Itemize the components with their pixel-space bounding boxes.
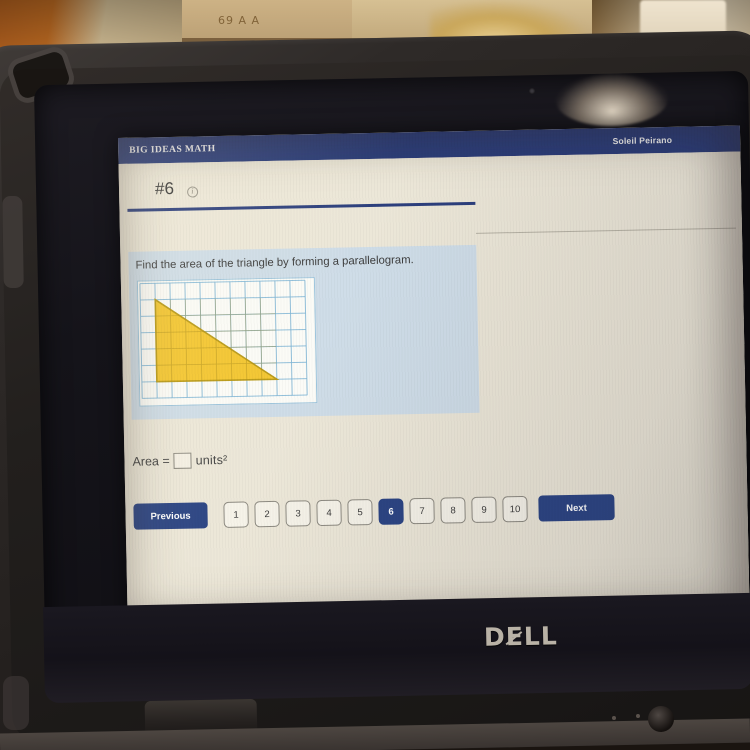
- app-brand-title: BIG IDEAS MATH: [129, 144, 216, 156]
- pagination-bar: Previous 1 2 3 4 5 6 7 8 9 10 Next: [133, 494, 615, 530]
- dell-logo: D E LL: [484, 621, 558, 651]
- laptop-screen: BIG IDEAS MATH Soleil Peirano ⌄ #6 i Fin…: [118, 125, 750, 626]
- page-button-1[interactable]: 1: [223, 501, 249, 528]
- answer-row: Area = units²: [132, 452, 228, 470]
- question-number: #6: [154, 178, 175, 199]
- dell-logo-ll: LL: [523, 621, 559, 651]
- grid-svg: [137, 278, 317, 406]
- header-underline-tail: [475, 227, 736, 234]
- page-button-5[interactable]: 5: [347, 498, 373, 526]
- info-icon[interactable]: i: [186, 185, 199, 198]
- page-button-7[interactable]: 7: [409, 497, 435, 525]
- dell-logo-d: D: [483, 622, 507, 652]
- question-page-body: #6 i Find the area of the triangle by fo…: [118, 151, 750, 626]
- header-divider: [540, 129, 541, 156]
- box-label-text: 69 A A: [218, 14, 261, 27]
- page-button-6[interactable]: 6: [378, 498, 404, 525]
- question-prompt: Find the area of the triangle by forming…: [135, 254, 414, 272]
- next-button[interactable]: Next: [538, 494, 615, 522]
- question-panel: Find the area of the triangle by forming…: [128, 244, 480, 420]
- header-underline: [127, 201, 476, 212]
- webcam-icon: [528, 87, 536, 95]
- page-button-9[interactable]: 9: [471, 496, 497, 523]
- answer-units: units²: [195, 452, 228, 468]
- page-button-10[interactable]: 10: [502, 495, 528, 523]
- previous-button[interactable]: Previous: [133, 502, 208, 530]
- base-indicator-dot-1: [611, 715, 617, 721]
- dell-logo-e: E: [505, 621, 525, 652]
- answer-input[interactable]: [173, 452, 192, 469]
- photo-of-laptop-screen: 69 A A BIG IDEAS MATH Soleil Peirano ⌄ #…: [0, 0, 750, 750]
- case-lower-grip: [3, 676, 29, 730]
- triangle-grid-figure: [136, 277, 318, 407]
- answer-label: Area =: [132, 454, 170, 469]
- user-name-label[interactable]: Soleil Peirano: [612, 135, 672, 146]
- case-side-grip: [2, 195, 24, 289]
- base-indicator-dot-2: [635, 713, 641, 719]
- page-button-2[interactable]: 2: [254, 500, 280, 528]
- page-button-8[interactable]: 8: [440, 497, 466, 524]
- bottom-bezel: [43, 592, 750, 704]
- page-button-4[interactable]: 4: [316, 499, 342, 527]
- page-button-3[interactable]: 3: [285, 500, 311, 527]
